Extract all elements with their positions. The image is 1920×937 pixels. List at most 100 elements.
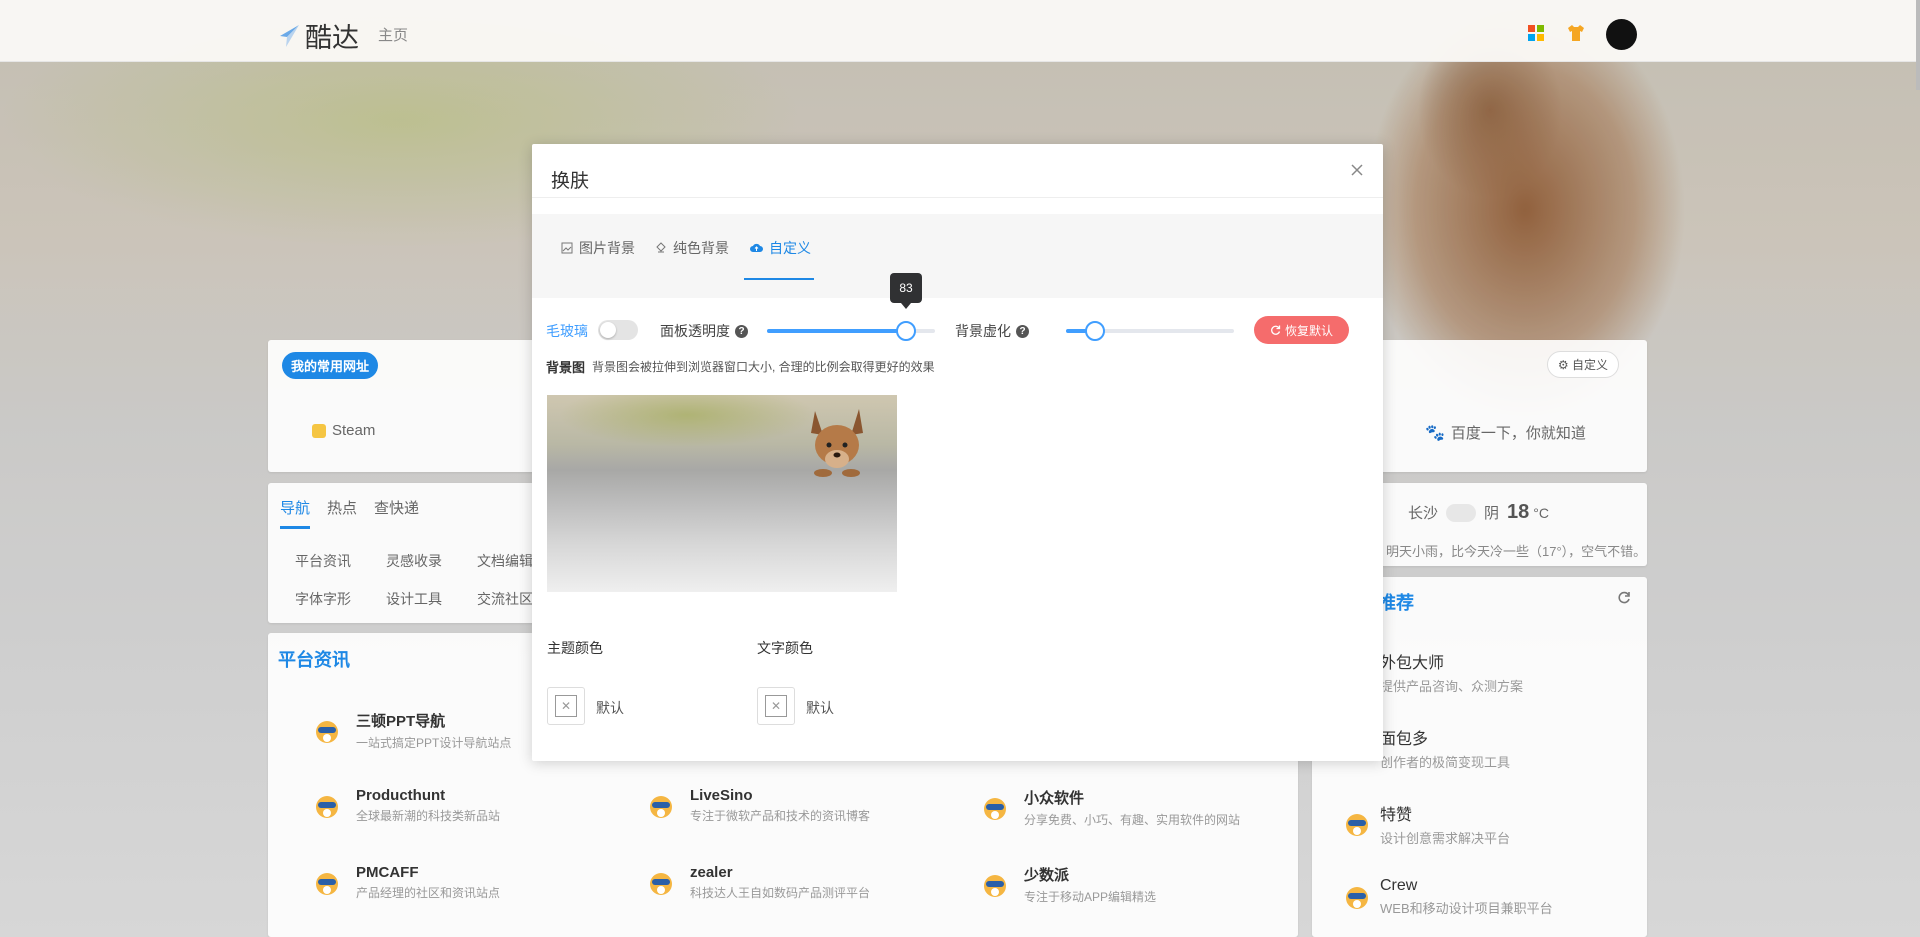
weather-main: 长沙 阴 18 °C (1408, 501, 1549, 524)
site-desc: 一站式搞定PPT设计导航站点 (356, 736, 512, 750)
blur-slider[interactable] (1066, 321, 1234, 341)
cloud-icon (1446, 503, 1477, 522)
tab-nav[interactable]: 导航 (280, 497, 311, 529)
top-header: 酷达 主页 (0, 0, 1916, 62)
site-title: 小众软件 (1024, 790, 1085, 807)
opacity-label-wrap: 面板透明度 ? (660, 321, 748, 341)
theme-color-label: 主题颜色 (547, 640, 603, 656)
background-preview-image[interactable] (547, 395, 897, 592)
recommend-item-desc: WEB和移动设计项目兼职平台 (1380, 901, 1553, 916)
theme-color-picker[interactable]: ✕ (547, 687, 585, 725)
nav-link[interactable]: 设计工具 (386, 589, 477, 609)
frosted-glass-label: 毛玻璃 (546, 323, 588, 339)
blur-label-wrap: 背景虚化 ? (955, 321, 1029, 341)
favorite-label: Steam (332, 422, 376, 439)
active-tab-indicator (744, 278, 814, 280)
site-title: 三顿PPT导航 (356, 713, 446, 730)
apps-grid-icon[interactable] (1527, 24, 1545, 42)
theme-color-value: 默认 (596, 700, 624, 716)
favorite-label: 百度一下，你就知道 (1450, 425, 1586, 442)
weather-unit: °C (1533, 504, 1549, 521)
site-item[interactable]: Producthunt 全球最新潮的科技类新品站 (312, 787, 500, 824)
customize-label: 自定义 (1571, 358, 1608, 372)
nav-link[interactable]: 灵感收录 (386, 551, 477, 571)
site-title: zealer (690, 864, 733, 881)
platform-title: 平台资讯 (278, 650, 350, 670)
site-item[interactable]: 三顿PPT导航一站式搞定PPT设计导航站点 (312, 710, 511, 751)
tab-custom[interactable]: 自定义 (750, 238, 811, 258)
scrollbar[interactable] (1916, 0, 1920, 90)
site-title: PMCAFF (356, 864, 419, 881)
favorite-item-baidu[interactable]: 🐾 百度一下，你就知道 (1425, 422, 1586, 443)
slider-handle[interactable] (1084, 321, 1105, 341)
empty-color-icon: ✕ (555, 695, 577, 717)
site-item[interactable]: LiveSino 专注于微软产品和技术的资讯博客 (646, 787, 870, 824)
help-icon[interactable]: ? (1016, 324, 1029, 338)
weather-city: 长沙 (1408, 505, 1439, 522)
text-color-picker[interactable]: ✕ (757, 687, 795, 725)
mascot-icon (650, 795, 672, 818)
dialog-divider (532, 197, 1383, 198)
site-item[interactable]: 少数派 专注于移动APP编辑精选 (980, 864, 1156, 905)
site-item[interactable]: zealer 科技达人王自如数码产品测评平台 (646, 864, 870, 901)
recommend-item-title: 外包大师 (1380, 655, 1445, 672)
image-icon (561, 242, 573, 254)
opacity-label: 面板透明度 (660, 323, 730, 339)
tab-image-background[interactable]: 图片背景 (561, 238, 635, 258)
text-color-label: 文字颜色 (757, 640, 813, 656)
dog-image (811, 409, 863, 477)
site-title: Producthunt (356, 787, 446, 804)
refresh-icon (1271, 325, 1281, 335)
tab-label: 自定义 (769, 240, 811, 256)
recommend-item-title: 特赞 (1380, 807, 1413, 824)
dialog-tabs: 图片背景 纯色背景 自定义 (532, 214, 1383, 298)
help-icon[interactable]: ? (735, 324, 748, 338)
dialog-title: 换肤 (551, 171, 590, 192)
user-avatar[interactable] (1606, 19, 1637, 50)
tab-express[interactable]: 查快递 (374, 497, 419, 529)
paper-plane-logo-icon (277, 22, 301, 50)
mascot-icon (316, 872, 338, 895)
recommend-title: 推荐 (1378, 593, 1414, 613)
mascot-icon (316, 720, 338, 743)
recommend-item-desc: 创作者的极简变现工具 (1380, 755, 1511, 770)
tab-hot[interactable]: 热点 (327, 497, 357, 529)
slider-handle[interactable] (896, 321, 917, 341)
tab-label: 图片背景 (579, 240, 635, 256)
recommend-item[interactable]: Crew WEB和移动设计项目兼职平台 (1342, 877, 1553, 917)
background-image-hint: 背景图会被拉伸到浏览器窗口大小, 合理的比例会取得更好的效果 (592, 360, 935, 374)
empty-color-icon: ✕ (765, 695, 787, 717)
site-item[interactable]: PMCAFF 产品经理的社区和资讯站点 (312, 864, 500, 901)
site-item[interactable]: 小众软件分享免费、小巧、有趣、实用软件的网站 (980, 787, 1240, 828)
recommend-item[interactable]: 特赞 设计创意需求解决平台 (1342, 801, 1510, 847)
refresh-icon[interactable] (1617, 591, 1631, 605)
favorite-item-steam[interactable]: Steam (312, 422, 375, 439)
reset-default-button[interactable]: 恢复默认 (1254, 316, 1349, 344)
mascot-icon (984, 874, 1006, 897)
nav-tabs: 导航 热点 查快递 (280, 497, 419, 529)
site-desc: 全球最新潮的科技类新品站 (356, 809, 501, 823)
frosted-glass-toggle[interactable] (598, 320, 638, 340)
logo-text: 酷达 (305, 23, 359, 54)
cloud-upload-icon (750, 243, 763, 252)
home-link[interactable]: 主页 (378, 24, 408, 45)
tab-label: 纯色背景 (673, 240, 729, 256)
opacity-slider[interactable] (767, 321, 935, 341)
customize-button[interactable]: ⚙ 自定义 (1546, 351, 1619, 378)
blur-label: 背景虚化 (955, 323, 1011, 339)
tab-solid-background[interactable]: 纯色背景 (655, 238, 729, 258)
weather-condition: 阴 (1484, 505, 1500, 522)
reset-label: 恢复默认 (1284, 323, 1333, 338)
site-desc: 科技达人王自如数码产品测评平台 (690, 886, 871, 900)
site-logo[interactable]: 酷达 (277, 16, 359, 55)
text-color-value: 默认 (806, 700, 834, 716)
close-icon[interactable] (1349, 162, 1365, 178)
recommend-item-title: 面包多 (1380, 731, 1429, 748)
site-desc: 分享免费、小巧、有趣、实用软件的网站 (1024, 813, 1241, 827)
recommend-item-desc: 提供产品咨询、众测方案 (1380, 679, 1524, 694)
skin-tshirt-icon[interactable] (1567, 24, 1585, 42)
slider-tooltip: 83 (890, 273, 922, 309)
nav-link[interactable]: 字体字形 (295, 589, 386, 609)
mascot-icon (1346, 887, 1368, 909)
nav-link[interactable]: 平台资讯 (295, 551, 386, 571)
